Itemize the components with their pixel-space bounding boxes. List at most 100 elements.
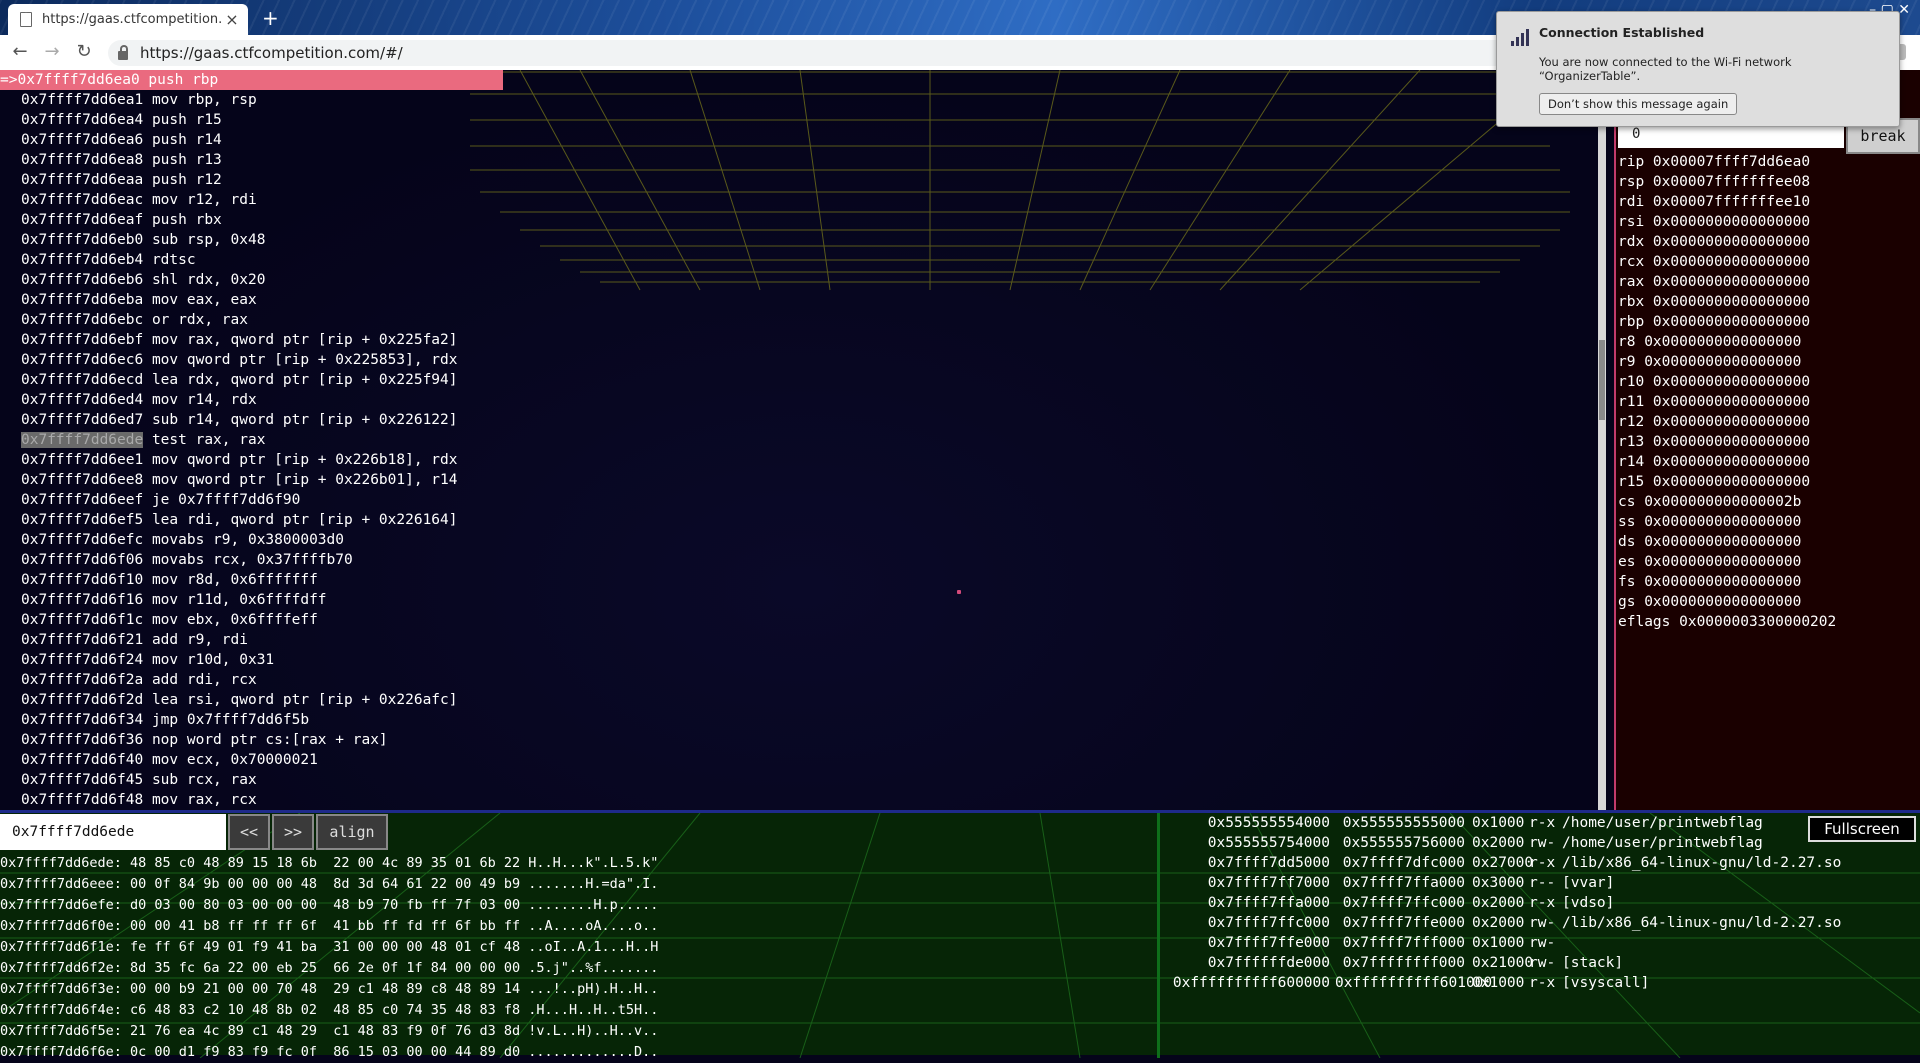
forward-button[interactable]: → <box>40 41 64 65</box>
map-size: 0x1000 <box>1472 975 1525 991</box>
disasm-line[interactable]: 0x7ffff7dd6ea1 mov rbp, rsp <box>0 90 1604 110</box>
memory-address-input[interactable] <box>0 814 226 850</box>
map-perm: r-x <box>1529 815 1556 831</box>
disasm-line[interactable]: 0x7ffff7dd6ef5 lea rdi, qword ptr [rip +… <box>0 510 1604 530</box>
selected-instruction: test rax, rax <box>143 432 266 448</box>
register-row: r10 0x0000000000000000 <box>1618 374 1811 390</box>
map-start: 0x7ffff7ffc000 <box>1207 915 1330 931</box>
map-end: 0x7ffff7ffe000 <box>1342 915 1465 931</box>
disasm-line[interactable]: 0x7ffff7dd6ee8 mov qword ptr [rip + 0x22… <box>0 470 1604 490</box>
memory-map-row: 0x7ffff7ff7000 0x7ffff7ffa000 0x3000 r-- [vv… <box>1160 873 1920 893</box>
disasm-line[interactable]: 0x7ffff7dd6eac mov r12, rdi <box>0 190 1604 210</box>
next-page-button[interactable]: >> <box>272 814 314 850</box>
registers-panel: run cont stop step break rip 0x00007ffff… <box>1614 70 1920 810</box>
map-end: 0x7ffff7fff000 <box>1342 935 1465 951</box>
disasm-scrollbar[interactable] <box>1598 70 1606 810</box>
notification-title: Connection Established <box>1539 25 1705 40</box>
disasm-line[interactable]: 0x7ffff7dd6f06 movabs rcx, 0x37ffffb70 <box>0 550 1604 570</box>
hexdump-row: 0x7ffff7dd6efe: d0 03 00 80 03 00 00 00 … <box>0 897 659 913</box>
disasm-line[interactable]: 0x7ffff7dd6ed4 mov r14, rdx <box>0 390 1604 410</box>
disasm-line[interactable]: 0x7ffff7dd6f36 nop word ptr cs:[rax + ra… <box>0 730 1604 750</box>
disasm-line[interactable]: 0x7ffff7dd6ea8 push r13 <box>0 150 1604 170</box>
new-tab-button[interactable]: + <box>262 6 279 30</box>
disasm-line[interactable]: 0x7ffff7dd6f48 mov rax, rcx <box>0 790 1604 810</box>
scrollbar-thumb[interactable] <box>1599 340 1605 420</box>
disasm-line[interactable]: 0x7ffff7dd6ebc or rdx, rax <box>0 310 1604 330</box>
disasm-line[interactable]: 0x7ffff7dd6eb4 rdtsc <box>0 250 1604 270</box>
disasm-line[interactable]: 0x7ffff7dd6f45 sub rcx, rax <box>0 770 1604 790</box>
register-row: r11 0x0000000000000000 <box>1618 394 1811 410</box>
dont-show-again-button[interactable]: Don’t show this message again <box>1539 93 1738 115</box>
register-row: rdx 0x0000000000000000 <box>1618 234 1811 250</box>
align-button[interactable]: align <box>316 814 388 850</box>
reload-button[interactable]: ↻ <box>72 41 96 65</box>
disasm-line[interactable]: 0x7ffff7dd6ecd lea rdx, qword ptr [rip +… <box>0 370 1604 390</box>
disasm-line-selected[interactable]: 0x7ffff7dd6ede test rax, rax <box>0 430 1604 450</box>
map-end: 0xffffffffff601000 <box>1335 975 1493 991</box>
wifi-signal-icon <box>1511 29 1529 46</box>
tab-close-icon[interactable]: × <box>222 10 242 29</box>
disasm-line[interactable]: 0x7ffff7dd6efc movabs r9, 0x3800003d0 <box>0 530 1604 550</box>
disasm-line[interactable]: 0x7ffff7dd6ea6 push r14 <box>0 130 1604 150</box>
disasm-line[interactable]: 0x7ffff7dd6f10 mov r8d, 0x6fffffff <box>0 570 1604 590</box>
disasm-line[interactable]: 0x7ffff7dd6f21 add r9, rdi <box>0 630 1604 650</box>
hexdump-row: 0x7ffff7dd6f1e: fe ff 6f 49 01 f9 41 ba … <box>0 939 659 955</box>
map-path: /home/user/printwebflag <box>1562 815 1763 831</box>
disasm-line[interactable]: 0x7ffff7dd6eba mov eax, eax <box>0 290 1604 310</box>
map-size: 0x3000 <box>1472 875 1525 891</box>
disasm-line[interactable]: 0x7ffff7dd6eaa push r12 <box>0 170 1604 190</box>
map-size: 0x21000 <box>1472 955 1534 971</box>
disasm-lines-after: 0x7ffff7dd6ee1 mov qword ptr [rip + 0x22… <box>0 450 1604 810</box>
current-instruction: 0x7ffff7dd6ea0 push rbp <box>17 72 219 88</box>
hexdump-row: 0x7ffff7dd6f2e: 8d 35 fc 6a 22 00 eb 25 … <box>0 960 659 976</box>
bottom-panel: << >> align 0x7ffff7dd6ede: 48 85 c0 48 … <box>0 810 1920 1060</box>
disasm-line[interactable]: 0x7ffff7dd6ec6 mov qword ptr [rip + 0x22… <box>0 350 1604 370</box>
disasm-line[interactable]: 0x7ffff7dd6f24 mov r10d, 0x31 <box>0 650 1604 670</box>
map-end: 0x7ffff7dfc000 <box>1342 855 1465 871</box>
map-perm: r-x <box>1529 855 1556 871</box>
current-marker: => <box>0 72 18 88</box>
disasm-line[interactable]: 0x7ffff7dd6eaf push rbx <box>0 210 1604 230</box>
map-start: 0x7ffff7ffa000 <box>1207 895 1330 911</box>
disasm-line[interactable]: 0x7ffff7dd6f40 mov ecx, 0x70000021 <box>0 750 1604 770</box>
map-perm: rw- <box>1529 835 1556 851</box>
fullscreen-button[interactable]: Fullscreen <box>1808 816 1916 842</box>
register-row: r13 0x0000000000000000 <box>1618 434 1811 450</box>
hexdump: 0x7ffff7dd6ede: 48 85 c0 48 89 15 18 6b … <box>0 853 658 1063</box>
disasm-line[interactable]: 0x7ffff7dd6ea4 push r15 <box>0 110 1604 130</box>
register-row: rbp 0x0000000000000000 <box>1618 314 1811 330</box>
disasm-line[interactable]: 0x7ffff7dd6eb6 shl rdx, 0x20 <box>0 270 1604 290</box>
memory-map-row: 0xffffffffff600000 0xffffffffff601000 0x10… <box>1160 973 1920 993</box>
browser-tab[interactable]: https://gaas.ctfcompetition.c × <box>8 4 248 35</box>
map-start: 0x7ffff7ff7000 <box>1207 875 1330 891</box>
url-text: https://gaas.ctfcompetition.com/#/ <box>140 44 403 62</box>
map-perm: r-- <box>1529 875 1556 891</box>
memory-map-row: 0x7ffff7ffe000 0x7ffff7fff000 0x1000 rw- <box>1160 933 1920 953</box>
disasm-line[interactable]: 0x7ffff7dd6eef je 0x7ffff7dd6f90 <box>0 490 1604 510</box>
disasm-line[interactable]: 0x7ffff7dd6f2a add rdi, rcx <box>0 670 1604 690</box>
hexdump-row: 0x7ffff7dd6f4e: c6 48 83 c2 10 48 8b 02 … <box>0 1002 659 1018</box>
disasm-line[interactable]: 0x7ffff7dd6f16 mov r11d, 0x6ffffdff <box>0 590 1604 610</box>
prev-page-button[interactable]: << <box>228 814 270 850</box>
disasm-line[interactable]: 0x7ffff7dd6f1c mov ebx, 0x6ffffeff <box>0 610 1604 630</box>
disasm-line[interactable]: 0x7ffff7dd6ed7 sub r14, qword ptr [rip +… <box>0 410 1604 430</box>
register-row: rip 0x00007ffff7dd6ea0 <box>1618 154 1811 170</box>
disasm-line[interactable]: 0x7ffff7dd6ee1 mov qword ptr [rip + 0x22… <box>0 450 1604 470</box>
disasm-line[interactable]: 0x7ffff7dd6f34 jmp 0x7ffff7dd6f5b <box>0 710 1604 730</box>
disasm-line[interactable]: 0x7ffff7dd6f2d lea rsi, qword ptr [rip +… <box>0 690 1604 710</box>
map-perm: rw- <box>1529 915 1556 931</box>
disasm-current-line[interactable]: =>0x7ffff7dd6ea0 push rbp <box>0 70 503 90</box>
register-row: ds 0x0000000000000000 <box>1618 534 1802 550</box>
memory-map-row: 0x7ffffffde000 0x7ffffffff000 0x21000 rw- [s… <box>1160 953 1920 973</box>
map-path: [vdso] <box>1562 895 1615 911</box>
map-size: 0x27000 <box>1472 855 1534 871</box>
map-start: 0xffffffffff600000 <box>1172 975 1330 991</box>
register-row: cs 0x000000000000002b <box>1618 494 1802 510</box>
register-row: gs 0x0000000000000000 <box>1618 594 1802 610</box>
hexdump-row: 0x7ffff7dd6eee: 00 0f 84 9b 00 00 00 48 … <box>0 876 659 892</box>
register-row: ss 0x0000000000000000 <box>1618 514 1802 530</box>
back-button[interactable]: ← <box>8 41 32 65</box>
disasm-line[interactable]: 0x7ffff7dd6ebf mov rax, qword ptr [rip +… <box>0 330 1604 350</box>
disasm-line[interactable]: 0x7ffff7dd6eb0 sub rsp, 0x48 <box>0 230 1604 250</box>
register-row: rbx 0x0000000000000000 <box>1618 294 1811 310</box>
